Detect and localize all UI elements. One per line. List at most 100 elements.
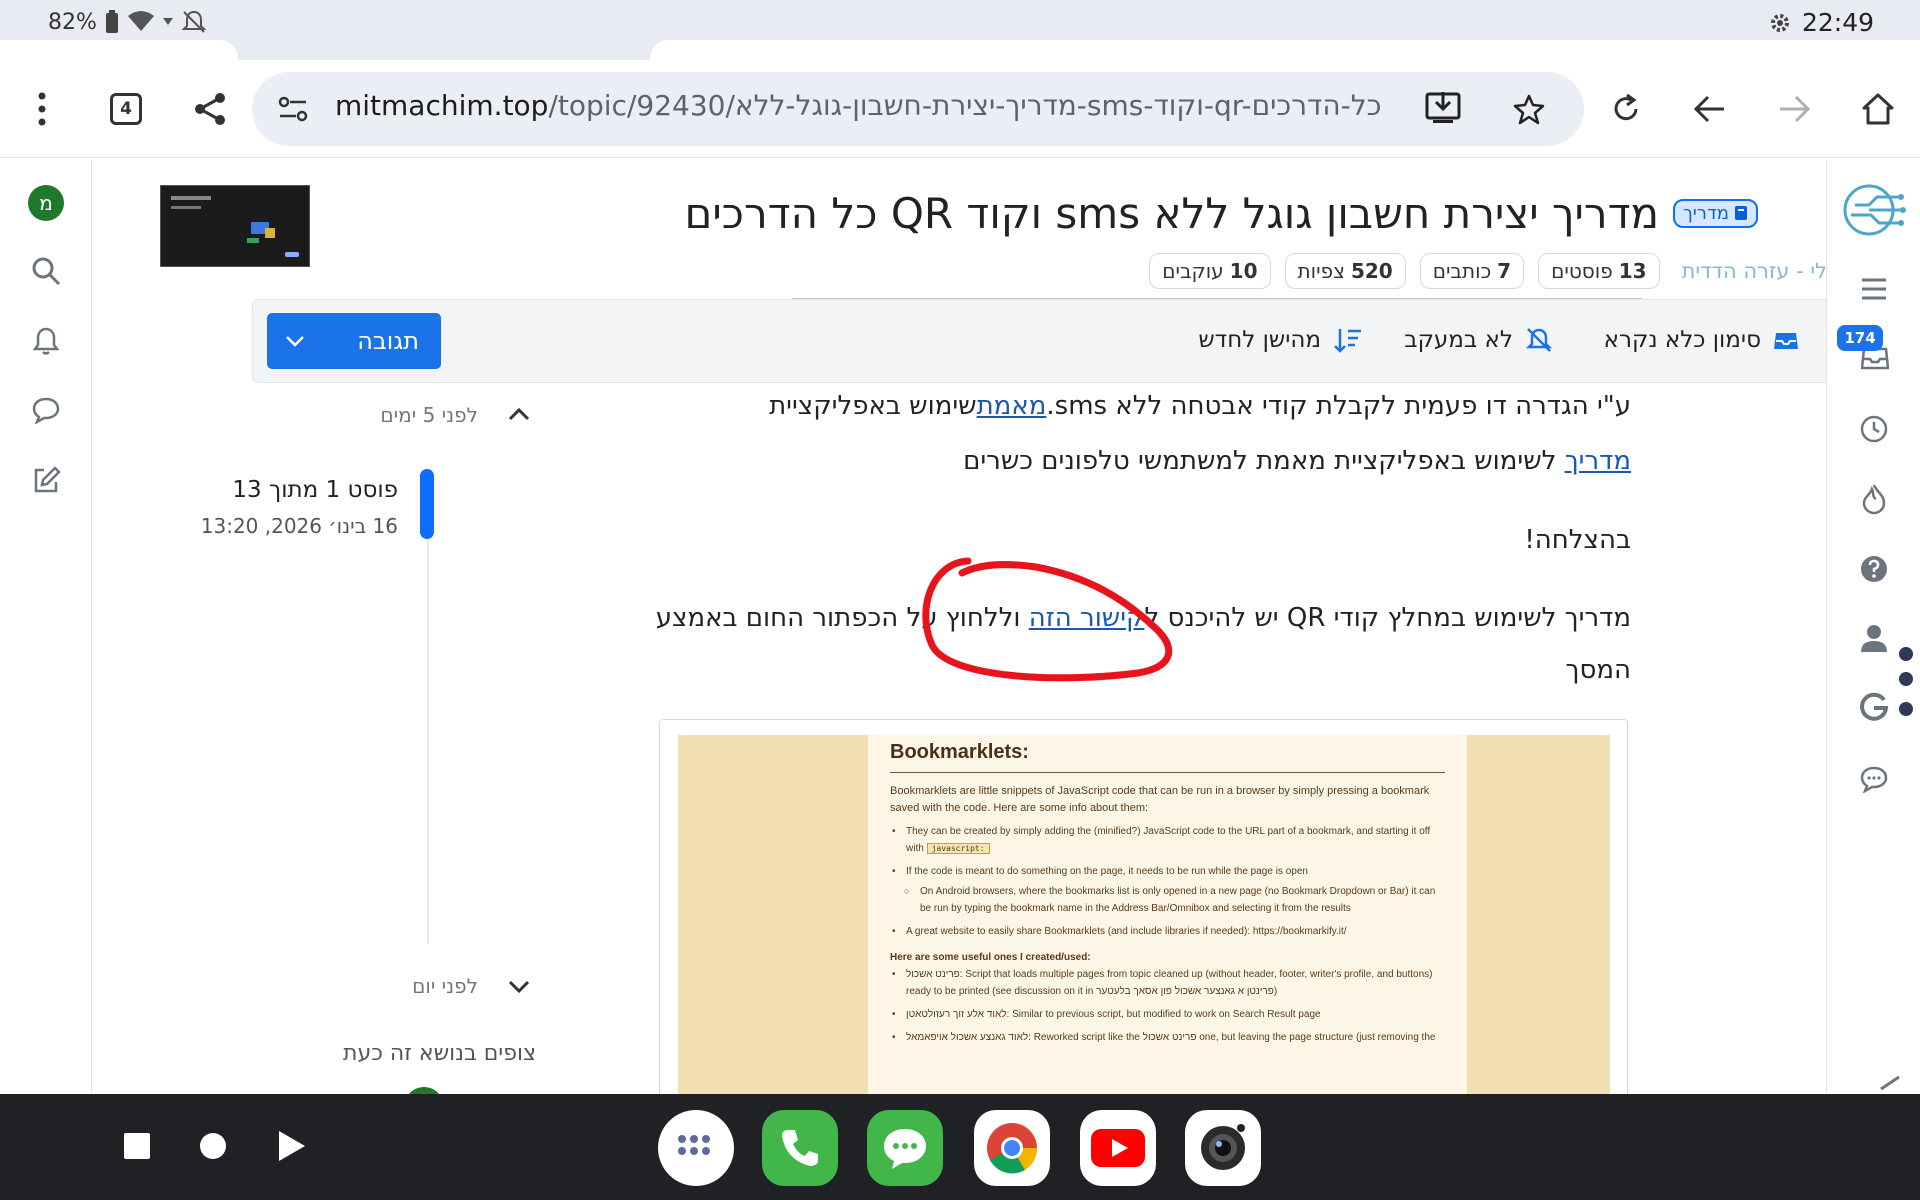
chrome-icon <box>987 1123 1038 1174</box>
signal-dropdown-icon <box>162 18 173 25</box>
message-bubble-icon <box>884 1129 926 1169</box>
messages-app-icon[interactable] <box>867 1110 943 1186</box>
watcher-avatar[interactable] <box>404 1087 444 1094</box>
guide-link[interactable]: מדריך <box>1565 446 1631 476</box>
arrow-left-icon <box>1693 95 1724 123</box>
image-background: Bookmarklets: Bookmarklets are little sn… <box>678 735 1610 1094</box>
views-stat: 520 צפיות <box>1284 253 1406 289</box>
tab-strip <box>0 40 1920 62</box>
para2-text: לשימוש באפליקציית מאמת למשתמשי טלפונים כ… <box>963 446 1565 476</box>
timeline-position: פוסט 1 מתוך 13 <box>232 477 398 503</box>
app-drawer-button[interactable] <box>658 1110 734 1186</box>
search-button[interactable] <box>24 249 68 293</box>
indicator-dot <box>1899 702 1913 716</box>
user-avatar[interactable]: מ <box>24 181 68 225</box>
more-options-button[interactable] <box>15 82 69 136</box>
collapse-handle-icon[interactable] <box>1873 1075 1901 1094</box>
timeline-bottom-label: לפני יום <box>412 974 478 998</box>
wifi-icon <box>127 11 154 31</box>
address-bar[interactable]: mitmachim.top/topic/92430/מדריך-יצירת-חש… <box>252 72 1584 146</box>
chrome-app-icon[interactable] <box>974 1110 1050 1186</box>
bookmarklets-bullet-1: They can be created by simply adding the… <box>890 823 1445 857</box>
tab-switcher-button[interactable]: 4 <box>99 82 153 136</box>
arrow-right-icon <box>1780 95 1811 123</box>
views-count: 520 <box>1350 259 1393 283</box>
home-circle-icon[interactable] <box>198 1131 228 1161</box>
phone-app-icon[interactable] <box>762 1110 838 1186</box>
bookmarklets-bullet-3: A great website to easily share Bookmark… <box>890 923 1445 940</box>
mark-unread-label: סימון כלא נקרא <box>1603 327 1761 353</box>
search-icon <box>32 257 61 286</box>
back-triangle-icon[interactable] <box>276 1128 308 1164</box>
fire-icon[interactable] <box>1860 483 1888 515</box>
sort-label: מהישן לחדש <box>1198 327 1321 353</box>
menu-icon[interactable] <box>1860 277 1888 301</box>
followers-count: 10 <box>1229 259 1258 283</box>
topic-tag-badge[interactable]: מדריך <box>1673 198 1758 228</box>
clock-icon[interactable] <box>1859 414 1889 444</box>
posts-stat: 13 פוסטים <box>1538 253 1660 289</box>
compose-button[interactable] <box>24 458 68 502</box>
bookmarklets-intro: Bookmarklets are little snippets of Java… <box>890 785 1430 814</box>
timeline-bottom[interactable]: לפני יום <box>262 970 538 1010</box>
reload-button[interactable] <box>1599 82 1653 136</box>
google-icon[interactable] <box>1859 691 1889 721</box>
inbox-icon <box>1774 333 1798 349</box>
sort-button[interactable]: מהישן לחדש <box>1198 320 1363 360</box>
url-text[interactable]: mitmachim.top/topic/92430/מדריך-יצירת-חש… <box>335 89 1403 129</box>
red-circle-annotation <box>922 557 1173 682</box>
bookmarklets-image[interactable]: Bookmarklets: Bookmarklets are little sn… <box>659 719 1628 1094</box>
help-icon[interactable] <box>1859 554 1889 584</box>
site-logo-icon[interactable] <box>1841 177 1907 243</box>
book-icon <box>1735 206 1747 220</box>
bookmark-star-icon[interactable] <box>1513 93 1545 125</box>
notifications-button[interactable] <box>24 319 68 363</box>
forward-button[interactable] <box>1767 82 1821 136</box>
tab-edge-right <box>650 40 1920 62</box>
reply-label: תגובה <box>357 327 419 355</box>
post-paragraph-1: ע"י הגדרה דו פעמית לקבלת קודי אבטחה ללא … <box>769 393 1631 431</box>
chevron-down-icon <box>508 980 530 994</box>
category-breadcrumb[interactable]: כללי - עזרה הדדית <box>1682 259 1850 283</box>
indicator-dot <box>1899 672 1913 686</box>
timeline-handle[interactable] <box>420 469 434 539</box>
app-grid-icon <box>678 1135 710 1155</box>
post-paragraph-3: בהצלחה! <box>1524 525 1631 555</box>
chat-icon[interactable] <box>1859 765 1889 793</box>
settings-gear-icon <box>1770 13 1789 32</box>
mark-unread-button[interactable]: סימון כלא נקרא <box>1604 320 1799 360</box>
home-button[interactable] <box>1851 82 1905 136</box>
download-page-icon[interactable] <box>1425 90 1461 126</box>
code-snippet: javascript: <box>926 843 990 854</box>
watching-now-label: צופים בנושא זה כעת <box>343 1041 536 1066</box>
main-content: מדריך יצירת חשבון גוגל ללא sms וקוד QR כ… <box>92 159 1850 1094</box>
share-button[interactable] <box>183 82 237 136</box>
youtube-play-icon <box>1091 1129 1145 1167</box>
back-button[interactable] <box>1683 82 1737 136</box>
battery-icon <box>105 10 118 33</box>
bookmarklets-sub-bullet: On Android browsers, where the bookmarks… <box>890 883 1445 917</box>
watch-button[interactable]: לא במעקב <box>1404 320 1553 360</box>
status-left: 82% <box>48 9 207 35</box>
camera-app-icon[interactable] <box>1185 1110 1261 1186</box>
post-paragraph-2: מדריך לשימוש באפליקציית מאמת למשתמשי טלפ… <box>963 436 1631 486</box>
stats-row: 10 עוקבים 520 צפיות 7 כותבים 13 פוסטים כללי … <box>1032 251 1850 291</box>
indicator-dot <box>1899 647 1913 661</box>
compose-icon <box>34 466 61 493</box>
user-icon[interactable] <box>1859 623 1889 653</box>
chevron-up-icon <box>508 407 530 421</box>
reply-button[interactable]: תגובה <box>267 313 441 369</box>
youtube-app-icon[interactable] <box>1080 1110 1156 1186</box>
chats-button[interactable] <box>24 388 68 432</box>
topic-thumbnail[interactable] <box>160 185 310 267</box>
useful-item-2: לאוד אלע זוך רעזולטאטן: Similar to previ… <box>890 1006 1445 1023</box>
recents-square-icon[interactable] <box>122 1131 152 1161</box>
reload-icon <box>1614 93 1638 121</box>
left-sidebar: מ <box>0 159 92 1094</box>
timeline-top[interactable]: לפני 5 ימים <box>262 399 538 439</box>
site-settings-icon[interactable] <box>278 96 308 122</box>
inbox-button[interactable]: 174 <box>1837 325 1891 383</box>
timeline-date: 16 בינו׳ 2026, 13:20 <box>200 514 398 538</box>
followers-label: עוקבים <box>1162 259 1224 283</box>
authenticator-link[interactable]: מאמת <box>977 393 1047 421</box>
